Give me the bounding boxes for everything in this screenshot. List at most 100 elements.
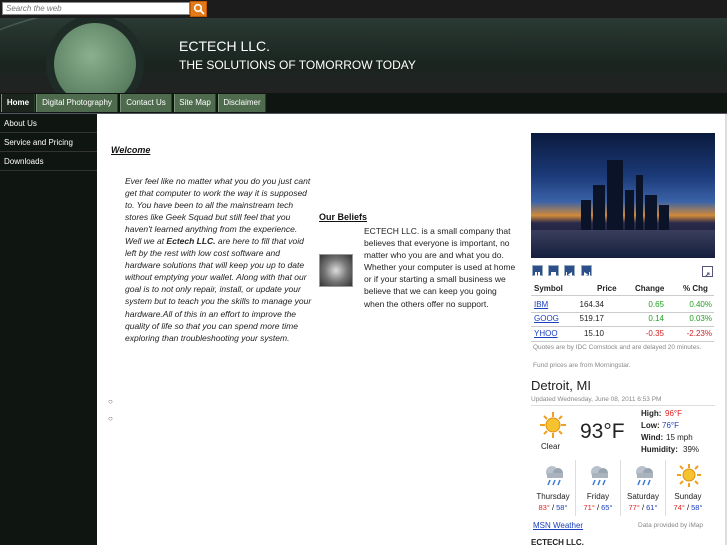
wind-value: 15 mph [666,433,693,442]
stock-symbol-link[interactable]: IBM [534,300,548,309]
next-button[interactable] [581,265,592,277]
skyline-building [581,200,591,230]
nav-home[interactable]: Home [1,94,35,112]
forecast-day: Saturday 77° / 61° [621,460,666,516]
nav-digital-photography[interactable]: Digital Photography [36,94,118,112]
welcome-heading: Welcome [111,145,151,155]
sidebar-item-downloads[interactable]: Downloads [0,152,97,171]
main-nav: Home Digital Photography Contact Us Site… [0,93,727,114]
beliefs-text: ECTECH LLC. is a small company that beli… [364,226,516,309]
stock-symbol-link[interactable]: YHOO [534,329,558,338]
msn-weather-link[interactable]: MSN Weather [533,521,583,530]
pause-icon [535,272,540,278]
expand-button[interactable] [702,266,713,278]
col-symbol: Symbol [534,284,563,293]
expand-icon [704,272,710,278]
forecast-day: Thursday 83° / 58° [531,460,576,516]
low-value: 76°F [662,421,679,430]
sun-icon [540,412,566,438]
table-row: YHOO 15.10 -0.35 -2.23% [531,329,714,345]
weather-city: Detroit, MI [531,378,591,393]
col-change: Change [635,284,665,293]
forecast-high: 77° [628,503,640,512]
forecast-high: 71° [583,503,595,512]
forecast-day-name: Sunday [674,492,702,501]
forecast-day: Friday 71° / 65° [576,460,621,516]
forecast-high: 74° [673,503,685,512]
rain-icon [546,466,563,486]
stock-price: 519.17 [579,314,604,323]
list-bullet: ○ [108,397,113,406]
forecast-day-name: Friday [586,492,610,501]
forecast-low: 58° [691,503,703,512]
skyline-building [593,185,605,230]
pause-button[interactable] [532,265,543,278]
welcome-text-after: are here to fill that void left by the r… [125,236,312,343]
humidity-label: Humidity: [641,445,678,454]
welcome-brand: Ectech LLC. [166,236,216,247]
col-price: Price [597,284,617,293]
stock-price: 15.10 [583,329,604,338]
wind-label: Wind: [641,433,664,442]
weather-updated: Updated Wednesday, June 08, 2011 6:53 PM [531,396,662,403]
stop-button[interactable] [548,265,559,277]
stock-change: 0.65 [648,300,664,309]
sun-icon [677,464,701,487]
stock-symbol-link[interactable]: GOOG [534,314,559,323]
next-icon [584,272,590,277]
forecast-low: 58° [556,503,568,512]
stock-change: -0.35 [645,329,664,338]
fund-disclaimer: Fund prices are from Morningstar. [533,362,631,369]
weather-provider: Data provided by iMap [638,522,704,529]
skyline-building [607,160,623,230]
footer-title: ECTECH LLC. [531,538,584,547]
weather-condition: Clear [541,442,561,451]
skyline-building [625,190,634,230]
beliefs-heading: Our Beliefs [319,212,368,222]
search-input[interactable] [2,2,190,15]
site-tagline: THE SOLUTIONS OF TOMORROW TODAY [179,58,416,72]
forecast-high: 83° [538,503,550,512]
divider [531,341,714,342]
divider [531,295,714,296]
forecast-day-name: Saturday [626,492,660,501]
previous-icon [566,272,572,277]
welcome-paragraph: Ever feel like no matter what you do you… [125,175,312,344]
nav-contact-us[interactable]: Contact Us [120,94,172,112]
forecast-low: 65° [601,503,613,512]
river-reflection [531,230,715,258]
top-search-bar [0,0,727,18]
rain-icon [636,466,653,486]
nav-site-map[interactable]: Site Map [174,94,216,112]
list-bullet: ○ [108,414,113,423]
search-button[interactable] [190,1,207,17]
divider [531,326,714,327]
stock-pct-change: 0.40% [689,300,712,309]
skyline-building [636,175,643,230]
skyline-building [659,205,669,230]
col-pct-change: % Chg [683,284,708,293]
forecast-day: Sunday 74° / 58° [666,460,711,516]
stock-pct-change: 0.03% [689,314,712,323]
site-title: ECTECH LLC. [179,38,271,54]
high-label: High: [641,409,662,418]
forecast-temps: 83° / 58° [538,503,568,512]
stock-price: 164.34 [579,300,604,309]
sidebar: About Us Service and Pricing Downloads [0,114,97,545]
forecast-temps: 71° / 65° [583,503,613,512]
forecast-temps: 77° / 61° [628,503,658,512]
forecast-low: 61° [646,503,658,512]
current-temperature: 93°F [580,420,625,443]
city-skyline-photo [531,133,715,258]
sidebar-item-service-pricing[interactable]: Service and Pricing [0,133,97,152]
previous-button[interactable] [564,265,575,277]
beliefs-image [319,254,353,287]
humidity-value: 39% [683,445,700,454]
quote-disclaimer: Quotes are by IDC Comstock and are delay… [533,344,702,351]
table-row: GOOG 519.17 0.14 0.03% [531,314,714,330]
divider [531,312,714,313]
nav-disclaimer[interactable]: Disclaimer [218,94,266,112]
low-label: Low: [641,421,660,430]
sidebar-item-about-us[interactable]: About Us [0,114,97,133]
site-banner: ECTECH LLC. THE SOLUTIONS OF TOMORROW TO… [0,18,727,93]
